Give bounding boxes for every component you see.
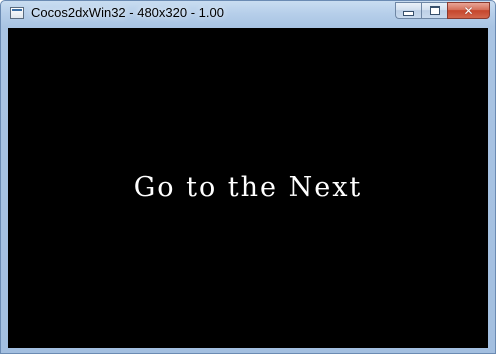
app-window-icon[interactable] (10, 7, 24, 19)
minimize-button[interactable] (395, 2, 421, 19)
window-controls: ✕ (395, 2, 490, 20)
go-to-next-label[interactable]: Go to the Next (8, 172, 488, 203)
close-button[interactable]: ✕ (447, 2, 490, 19)
app-window: Cocos2dxWin32 - 480x320 - 1.00 ✕ Go to t… (0, 0, 496, 354)
window-title: Cocos2dxWin32 - 480x320 - 1.00 (31, 5, 224, 20)
title-bar[interactable]: Cocos2dxWin32 - 480x320 - 1.00 ✕ (1, 1, 495, 27)
minimize-icon (403, 11, 414, 16)
maximize-button[interactable] (421, 2, 447, 19)
game-canvas[interactable]: Go to the Next (8, 28, 488, 348)
close-icon: ✕ (463, 3, 474, 18)
maximize-icon (429, 6, 440, 15)
